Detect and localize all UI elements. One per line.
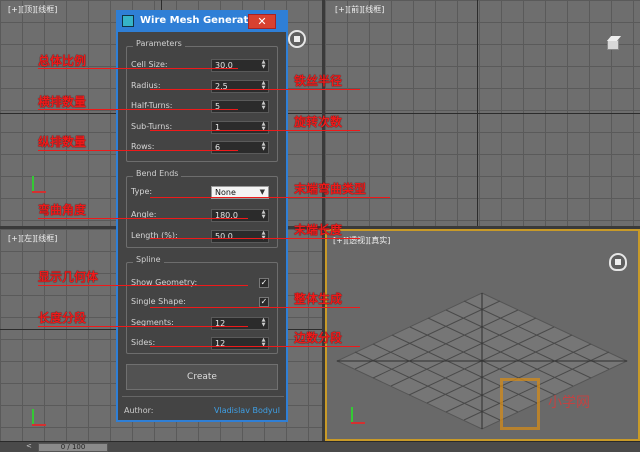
watermark: 小学网 (500, 378, 620, 438)
annotation-segments: 长度分段 (38, 311, 87, 325)
angle-spinner[interactable]: 180.0 ▲ ▼ (211, 209, 269, 222)
length-value: 50.0 (215, 232, 233, 241)
annotation-sides: 边数分段 (294, 331, 343, 345)
spinner-arrows-icon[interactable]: ▲▼ (260, 101, 267, 112)
create-button[interactable]: Create (126, 364, 278, 390)
annotation-line (38, 326, 248, 327)
group-title-spline: Spline (133, 255, 164, 264)
dialog-title: Wire Mesh Generator (140, 15, 261, 26)
spinner-arrows-icon[interactable]: ▲▼ (260, 60, 267, 71)
sub-turns-row: Sub-Turns: 1 ▲ ▼ (127, 121, 277, 135)
spinner-arrows-icon[interactable]: ▲▼ (260, 122, 267, 133)
sides-spinner[interactable]: 12 ▲ ▼ (211, 337, 269, 350)
rows-row: Rows: 6 ▲ ▼ (127, 141, 277, 155)
axis-gizmo-icon (30, 409, 48, 427)
spinner-arrows-icon[interactable]: ▲▼ (260, 142, 267, 153)
spinner-arrows-icon[interactable]: ▲▼ (260, 318, 267, 329)
sides-row: Sides: 12 ▲ ▼ (127, 337, 277, 351)
type-value: None (215, 188, 236, 197)
type-label: Type: (131, 187, 153, 196)
cell-size-spinner[interactable]: 30.0 ▲ ▼ (211, 59, 269, 72)
annotation-angle: 弯曲角度 (38, 203, 87, 217)
grid-axis-vertical (477, 0, 478, 226)
spinner-arrows-icon[interactable]: ▲▼ (260, 231, 267, 242)
annotation-line (150, 89, 360, 90)
single-shape-checkbox[interactable]: ✓ (259, 297, 269, 307)
wire-mesh-generator-dialog: Wire Mesh Generator ✕ Parameters Cell Si… (116, 10, 288, 422)
axis-gizmo-icon (30, 176, 48, 194)
dialog-titlebar[interactable]: Wire Mesh Generator ✕ (118, 12, 286, 32)
watermark-logo-icon (500, 378, 540, 430)
annotation-length: 末端长度 (294, 223, 343, 237)
radius-row: Radius: 2.5 ▲ ▼ (127, 80, 277, 94)
parameters-group: Parameters Cell Size: 30.0 ▲ ▼ Radius: 2.5… (126, 39, 278, 162)
length-row: Length (%): 50.0▲▼ (127, 230, 277, 244)
annotation-type: 末端弯曲类型 (294, 182, 367, 196)
time-slider[interactable]: 0 / 100 (38, 443, 108, 452)
annotation-line (38, 68, 238, 69)
group-title-bend-ends: Bend Ends (133, 169, 182, 178)
author-label: Author: (124, 406, 154, 415)
rows-spinner[interactable]: 6 ▲ ▼ (211, 141, 269, 154)
viewcube-icon[interactable] (605, 36, 619, 50)
group-title-parameters: Parameters (133, 39, 185, 48)
axis-gizmo-icon (349, 407, 367, 425)
viewport-label-top[interactable]: [+][顶][线框] (8, 4, 57, 15)
annotation-show-geometry: 显示几何体 (38, 270, 99, 284)
half-turns-row: Half-Turns: 5 ▲ ▼ (127, 100, 277, 114)
app-icon (122, 15, 134, 27)
annotation-rows: 纵排数量 (38, 135, 87, 149)
annotation-line (38, 218, 248, 219)
spinner-arrows-icon[interactable]: ▲▼ (260, 210, 267, 221)
spinner-arrows-icon[interactable]: ▲▼ (260, 81, 267, 92)
viewport-label-left[interactable]: [+][左][线框] (8, 233, 57, 244)
watermark-text: 小学网 (548, 395, 590, 411)
annotation-half-turns: 横排数量 (38, 95, 87, 109)
spinner-arrows-icon[interactable]: ▲▼ (260, 338, 267, 349)
front-viewport[interactable]: [+][前][线框] (325, 0, 640, 226)
annotation-line (150, 346, 360, 347)
annotation-sub-turns: 旋转次数 (294, 115, 343, 129)
annotation-line (150, 197, 390, 198)
annotation-cell-size: 总体比例 (38, 54, 87, 68)
sub-turns-spinner[interactable]: 1 ▲ ▼ (211, 121, 269, 134)
show-geometry-checkbox[interactable]: ✓ (259, 278, 269, 288)
grid-axis-horizontal (325, 113, 640, 114)
viewcube-home-icon[interactable] (609, 253, 627, 271)
single-shape-label: Single Shape: (131, 297, 186, 306)
annotation-line (150, 307, 360, 308)
annotation-line (38, 285, 248, 286)
viewcube-ring-icon[interactable] (288, 30, 306, 48)
radius-spinner[interactable]: 2.5 ▲ ▼ (211, 80, 269, 93)
chevron-left-icon[interactable]: < (26, 442, 32, 450)
length-spinner[interactable]: 50.0 ▲▼ (211, 230, 269, 243)
annotation-line (38, 150, 238, 151)
show-geometry-row: Show Geometry: ✓ (127, 277, 277, 291)
time-slider-bar[interactable]: < 0 / 100 (0, 441, 640, 452)
half-turns-spinner[interactable]: 5 ▲ ▼ (211, 100, 269, 113)
segments-spinner[interactable]: 12 ▲ ▼ (211, 317, 269, 330)
cell-size-row: Cell Size: 30.0 ▲ ▼ (127, 59, 277, 73)
viewport-label-front[interactable]: [+][前][线框] (335, 4, 384, 15)
annotation-line (38, 109, 238, 110)
annotation-line (150, 130, 360, 131)
chevron-down-icon[interactable]: ▼ (260, 188, 265, 196)
author-link[interactable]: Vladislav Bodyul (214, 406, 280, 415)
annotation-single-shape: 整体生成 (294, 292, 343, 306)
spline-group: Spline Show Geometry: ✓ Single Shape: ✓ … (126, 255, 278, 354)
close-button[interactable]: ✕ (248, 14, 276, 29)
annotation-radius: 铁丝半径 (294, 74, 343, 88)
angle-row: Angle: 180.0 ▲ ▼ (127, 209, 277, 223)
segments-row: Segments: 12 ▲ ▼ (127, 317, 277, 331)
divider (122, 396, 284, 397)
annotation-line (150, 238, 360, 239)
